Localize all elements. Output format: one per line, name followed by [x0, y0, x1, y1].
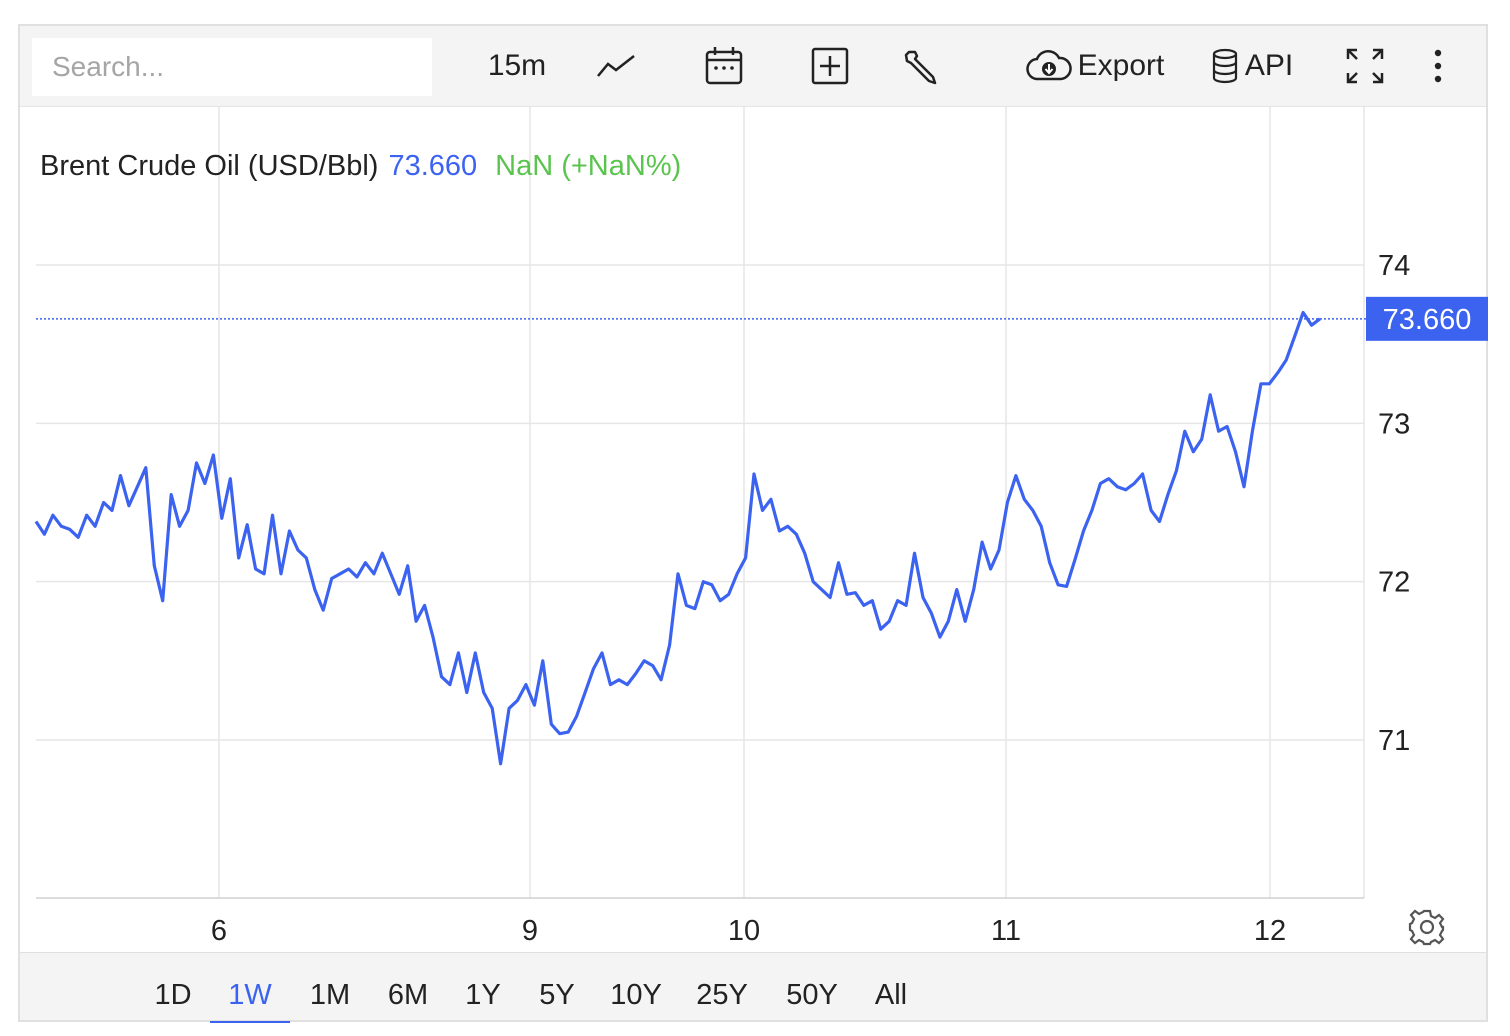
legend-last-value: 73.660 — [388, 150, 478, 182]
x-tick-label: 9 — [522, 915, 538, 947]
x-tick-label: 12 — [1254, 915, 1286, 947]
legend-change: NaN (+NaN%) — [495, 150, 682, 182]
x-tick-label: 10 — [728, 915, 760, 947]
y-tick-label: 71 — [1378, 725, 1410, 757]
range-1y[interactable]: 1Y — [456, 967, 510, 1023]
range-all[interactable]: All — [866, 967, 916, 1023]
x-tick-label: 6 — [211, 915, 227, 947]
y-tick-label: 72 — [1378, 567, 1410, 599]
x-tick-label: 11 — [991, 915, 1021, 947]
range-5y[interactable]: 5Y — [530, 967, 584, 1023]
legend-series-name: Brent Crude Oil (USD/Bbl) — [40, 150, 379, 182]
y-tick-label: 74 — [1378, 250, 1410, 282]
gear-icon — [1408, 909, 1446, 950]
last-value-label: 73.660 — [1383, 304, 1472, 336]
range-6m[interactable]: 6M — [378, 967, 438, 1023]
range-10y[interactable]: 10Y — [604, 967, 668, 1023]
range-1m[interactable]: 1M — [302, 967, 358, 1023]
price-series-line — [34, 310, 1321, 766]
chart-settings-button[interactable] — [1408, 908, 1446, 946]
range-1d[interactable]: 1D — [148, 967, 198, 1023]
range-25y[interactable]: 25Y — [690, 967, 754, 1023]
chart-area: 6 9 10 11 12 71 72 73 74 73.660 Brent Crude Oil (… — [0, 0, 1510, 1036]
y-tick-label: 73 — [1378, 408, 1410, 440]
range-50y[interactable]: 50Y — [780, 967, 844, 1023]
range-selector: 1D 1W 1M 6M 1Y 5Y 10Y 25Y 50Y All — [18, 952, 1488, 1023]
chart-legend: Brent Crude Oil (USD/Bbl) 73.660 NaN (+N… — [40, 150, 681, 183]
range-1w[interactable]: 1W — [210, 967, 290, 1023]
